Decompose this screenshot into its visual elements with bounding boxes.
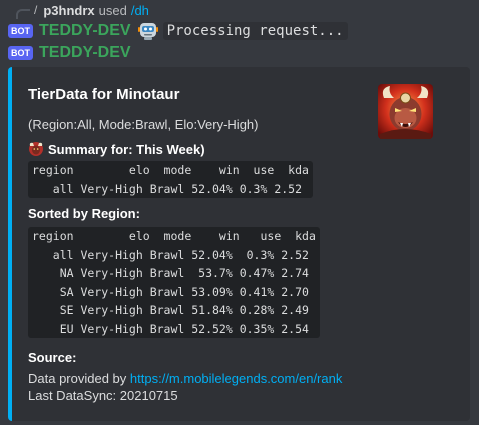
message-result: BOT TEDDY-DEV [8,44,137,62]
tier-data-embed: TierData for Minotaur (Region:All, Mode:… [8,67,470,421]
source-line: Data provided by https://m.mobilelegends… [28,371,342,386]
bot-tag: BOT [8,46,33,60]
table-row: all Very-High Brawl 52.04% 0.3% 2.52 [32,247,309,262]
table-row: SE Very-High Brawl 51.84% 0.28% 2.49 [32,303,309,317]
command-name[interactable]: /dh [131,3,149,18]
reply-spine [16,9,30,19]
table-row: NA Very-High Brawl 53.7% 0.47% 2.74 [32,266,309,280]
table-row: EU Very-High Brawl 52.52% 0.35% 2.54 [32,321,309,336]
message-processing: BOT TEDDY-DEV Processing request... [8,20,348,42]
author-name[interactable]: TEDDY-DEV [39,22,131,40]
data-sync-text: Last DataSync: 20210715 [28,388,178,403]
summary-table: region elo mode win use kda all Very-Hig… [28,161,313,198]
bot-tag: BOT [8,24,33,38]
region-table: region elo mode win use kda all Very-Hig… [28,227,320,338]
minotaur-thumbnail[interactable] [378,84,433,139]
sorted-field-title: Sorted by Region: [28,206,140,221]
processing-text: Processing request... [162,22,348,40]
embed-title: TierData for Minotaur [28,86,180,103]
source-title-text: Source: [28,350,77,365]
table-row: region elo mode win use kda [32,163,309,177]
minotaur-emblem-icon [29,142,43,156]
command-used-text: used [98,2,127,18]
summary-field-title: Summary for: This Week) [28,141,205,157]
slash-command-icon: / [34,3,38,17]
minotaur-hero-portrait [378,84,433,139]
author-name[interactable]: TEDDY-DEV [39,44,131,62]
table-row: all Very-High Brawl 52.04% 0.3% 2.52 [32,181,303,196]
command-reference: / p3hndrx used /dh [16,2,149,19]
sorted-title-text: Sorted by Region: [28,206,140,221]
source-link[interactable]: https://m.mobilelegends.com/en/rank [130,371,342,386]
command-user[interactable]: p3hndrx [43,3,94,18]
summary-title-text: Summary for: This Week) [48,141,205,157]
source-field-title: Source: [28,350,76,365]
table-row: region elo mode win use kda [32,229,316,243]
table-row: SA Very-High Brawl 53.09% 0.41% 2.70 [32,284,309,299]
source-prefix: Data provided by [28,371,130,386]
robot-icon [137,23,158,40]
embed-description: (Region:All, Mode:Brawl, Elo:Very-High) [28,117,259,132]
